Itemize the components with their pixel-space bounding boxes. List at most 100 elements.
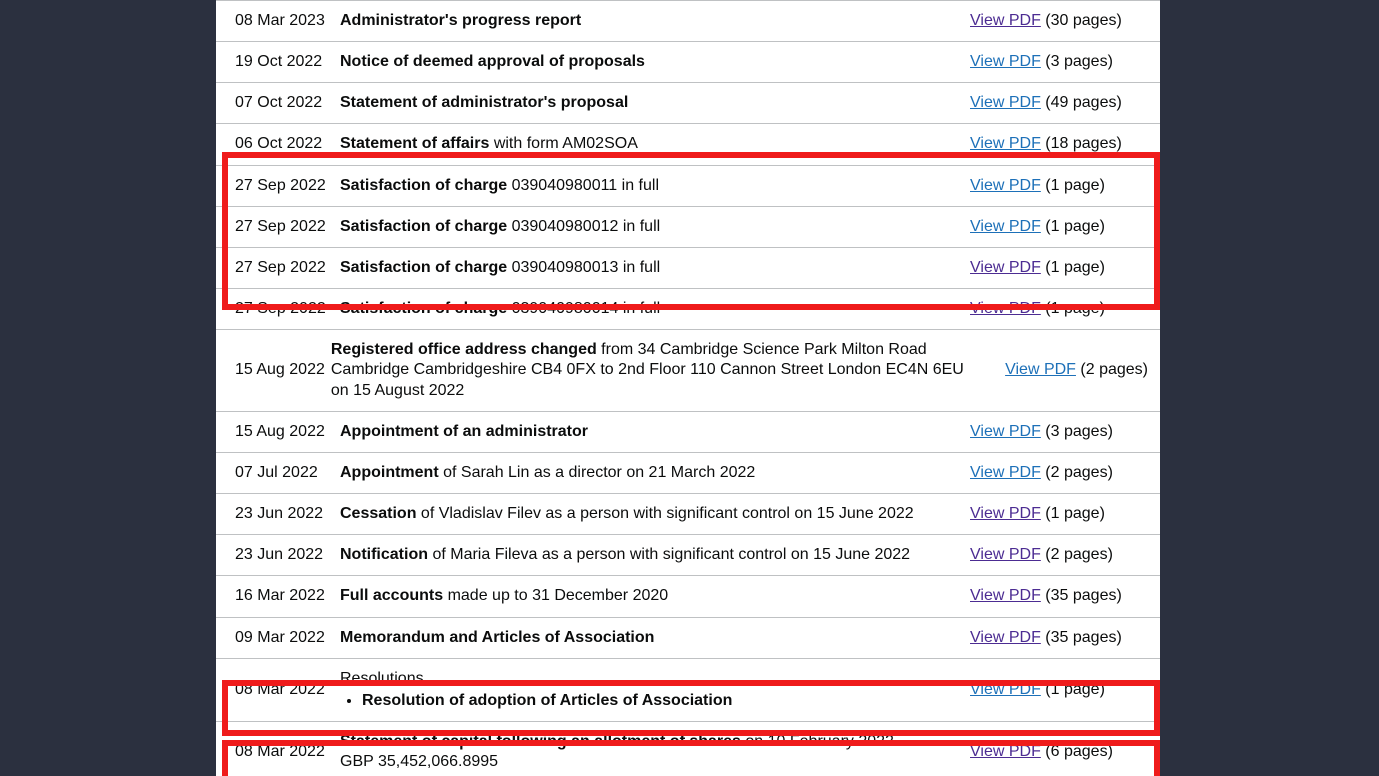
filing-pdf-cell: View PDF (1 page) — [960, 493, 1160, 534]
filing-description-line: Satisfaction of charge 039040980012 in f… — [340, 217, 944, 237]
filing-pdf-cell: View PDF (3 pages) — [960, 41, 1160, 82]
filing-description-line: Administrator's progress report — [340, 11, 944, 31]
view-pdf-link[interactable]: View PDF — [970, 681, 1041, 698]
filing-detail-text: 039040980013 in full — [507, 258, 661, 276]
filing-type-label: Registered office address changed — [330, 341, 597, 359]
table-row: 09 Mar 2022 Memorandum and Articles of As… — [216, 616, 1160, 658]
filing-detail-text: made up to 31 December 2020 — [443, 587, 669, 605]
filing-description: Appointment of an administrator — [340, 410, 960, 452]
filing-pdf-cell: View PDF (35 pages) — [960, 616, 1160, 658]
filing-description: Administrator's progress report — [340, 0, 960, 41]
filing-type-label: Cessation — [340, 505, 417, 523]
filing-description: Satisfaction of charge 039040980012 in f… — [340, 205, 960, 247]
filing-description-line: Resolutions — [340, 669, 944, 689]
view-pdf-link[interactable]: View PDF — [970, 12, 1041, 29]
filing-detail-text: with form AM02SOA — [489, 135, 638, 153]
filing-pdf-cell: View PDF (18 pages) — [960, 123, 1160, 164]
filing-type-label: Statement of affairs — [340, 135, 490, 153]
filing-type-label: Satisfaction of charge — [340, 258, 508, 276]
filing-description: Satisfaction of charge 039040980013 in f… — [340, 246, 960, 288]
filing-type-label: Memorandum and Articles of Association — [340, 628, 655, 646]
filing-description-line: Statement of administrator's proposal — [340, 93, 944, 113]
filing-pdf-cell: View PDF (2 pages) — [960, 451, 1160, 493]
filing-pdf-cell: View PDF (6 pages) — [960, 720, 1160, 776]
filing-detail-text: Resolutions — [340, 669, 424, 687]
filing-description-line: Satisfaction of charge 039040980013 in f… — [340, 258, 944, 278]
filing-description: Appointment of Sarah Lin as a director o… — [340, 451, 960, 493]
filing-description-line: Statement of capital following an allotm… — [340, 732, 944, 752]
pdf-line: View PDF (1 page) — [970, 504, 1148, 524]
pdf-page-count: (1 page) — [1045, 176, 1105, 194]
filing-date: 08 Mar 2023 — [216, 0, 340, 41]
pdf-line: View PDF (1 page) — [970, 258, 1148, 278]
pdf-line: View PDF (1 page) — [970, 299, 1148, 319]
filing-description-line: Memorandum and Articles of Association — [340, 628, 944, 648]
resolution-list: Resolution of adoption of Articles of As… — [340, 691, 944, 711]
list-item: Resolution of adoption of Articles of As… — [362, 691, 944, 711]
table-row: 19 Oct 2022 Notice of deemed approval of … — [216, 41, 1160, 82]
filing-description-line: Appointment of an administrator — [340, 422, 944, 442]
table-row: 27 Sep 2022 Satisfaction of charge 039040… — [216, 205, 1160, 247]
table-row: 06 Oct 2022 Statement of affairs with for… — [216, 123, 1160, 164]
pdf-page-count: (49 pages) — [1045, 94, 1122, 112]
pdf-line: View PDF (1 page) — [970, 217, 1148, 237]
filing-description: Memorandum and Articles of Association — [340, 616, 960, 658]
view-pdf-link[interactable]: View PDF — [970, 743, 1041, 760]
filing-description: Statement of capital following an allotm… — [340, 720, 960, 776]
view-pdf-link[interactable]: View PDF — [970, 587, 1041, 604]
pdf-page-count: (18 pages) — [1045, 135, 1122, 153]
filing-type-label: Satisfaction of charge — [340, 300, 508, 318]
filing-description: Notice of deemed approval of proposals — [340, 41, 960, 82]
filing-description: Resolutions Resolution of adoption of Art… — [340, 657, 960, 721]
table-row: 27 Sep 2022 Satisfaction of charge 039040… — [216, 246, 1160, 288]
view-pdf-link[interactable]: View PDF — [970, 300, 1041, 317]
view-pdf-link[interactable]: View PDF — [970, 423, 1041, 440]
filing-date: 08 Mar 2022 — [216, 657, 340, 721]
filing-description: Registered office address changed from 3… — [330, 329, 996, 410]
view-pdf-link[interactable]: View PDF — [970, 464, 1041, 481]
view-pdf-link[interactable]: View PDF — [970, 53, 1041, 70]
filing-type-label: Full accounts — [340, 587, 444, 605]
filing-description-line: Satisfaction of charge 039040980014 in f… — [340, 299, 944, 319]
pdf-line: View PDF (35 pages) — [970, 586, 1148, 606]
view-pdf-link[interactable]: View PDF — [970, 177, 1041, 194]
filing-detail-text: of Maria Fileva as a person with signifi… — [428, 546, 911, 564]
view-pdf-link[interactable]: View PDF — [970, 135, 1041, 152]
filing-description: Notification of Maria Fileva as a person… — [340, 534, 960, 575]
filing-description-line: Cessation of Vladislav Filev as a person… — [340, 504, 944, 524]
view-pdf-link[interactable]: View PDF — [970, 218, 1041, 235]
filing-detail-text: of Sarah Lin as a director on 21 March 2… — [438, 463, 756, 481]
filing-detail-text: of Vladislav Filev as a person with sign… — [416, 505, 914, 523]
pdf-line: View PDF (2 pages) — [970, 463, 1148, 483]
filing-date: 23 Jun 2022 — [216, 534, 340, 575]
view-pdf-link[interactable]: View PDF — [970, 546, 1041, 563]
filing-detail-text: on 10 February 2022 — [740, 732, 894, 750]
pdf-page-count: (3 pages) — [1045, 53, 1113, 71]
pdf-line: View PDF (18 pages) — [970, 134, 1148, 154]
view-pdf-link[interactable]: View PDF — [970, 629, 1041, 646]
filing-pdf-cell: View PDF (30 pages) — [960, 0, 1160, 41]
pdf-page-count: (1 page) — [1045, 300, 1105, 318]
pdf-page-count: (35 pages) — [1045, 628, 1122, 646]
table-row: 27 Sep 2022 Satisfaction of charge 039040… — [216, 288, 1160, 329]
filing-date: 19 Oct 2022 — [216, 41, 340, 82]
filing-history-table: 08 Mar 2023 Administrator's progress repo… — [216, 0, 1160, 776]
pdf-line: View PDF (3 pages) — [970, 52, 1148, 72]
view-pdf-link[interactable]: View PDF — [970, 259, 1041, 276]
pdf-line: View PDF (6 pages) — [970, 742, 1148, 762]
pdf-page-count: (35 pages) — [1045, 587, 1122, 605]
table-row: 23 Jun 2022 Notification of Maria Fileva … — [216, 534, 1160, 575]
filing-pdf-cell: View PDF (3 pages) — [960, 410, 1160, 452]
table-row: 07 Jul 2022 Appointment of Sarah Lin as a… — [216, 451, 1160, 493]
table-row: 08 Mar 2022Resolutions Resolution of adop… — [216, 657, 1160, 721]
filing-description-line: Registered office address changed from 3… — [331, 340, 979, 400]
filing-description-line: Notice of deemed approval of proposals — [340, 52, 944, 72]
view-pdf-link[interactable]: View PDF — [970, 94, 1041, 111]
filing-pdf-cell: View PDF (49 pages) — [960, 82, 1160, 123]
view-pdf-link[interactable]: View PDF — [970, 505, 1041, 522]
table-row: 27 Sep 2022 Satisfaction of charge 039040… — [216, 164, 1160, 206]
filing-description-line: Notification of Maria Fileva as a person… — [340, 545, 944, 565]
view-pdf-link[interactable]: View PDF — [1005, 361, 1076, 378]
filing-date: 07 Oct 2022 — [216, 82, 340, 123]
filing-description-line: Appointment of Sarah Lin as a director o… — [340, 463, 944, 483]
